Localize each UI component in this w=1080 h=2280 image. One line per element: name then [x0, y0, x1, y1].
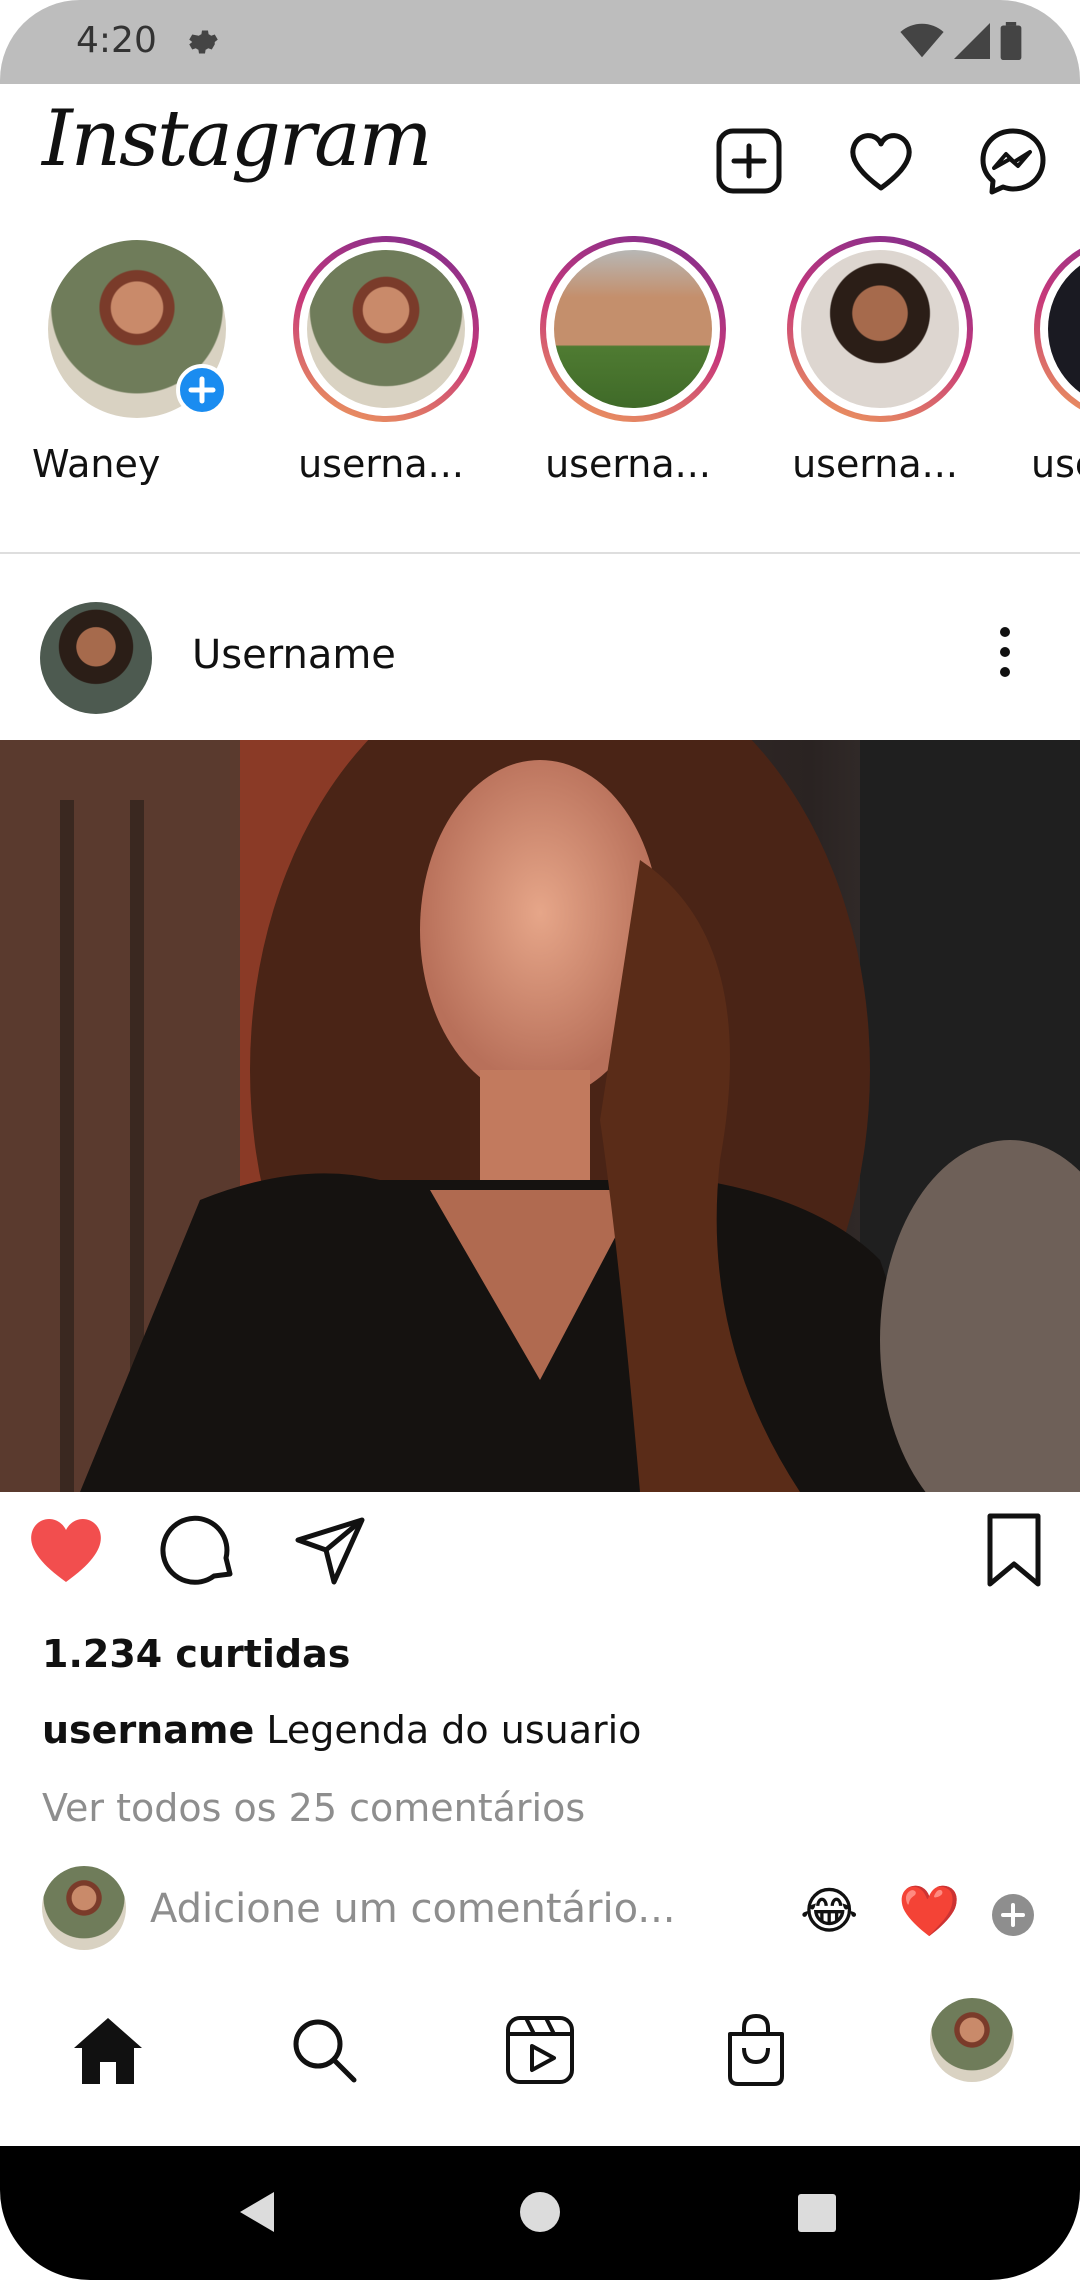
android-navigation-bar	[0, 2146, 1080, 2280]
add-comment-row: Adicione um comentário... 😂 ❤️	[0, 1866, 1080, 1956]
add-story-plus-icon[interactable]	[176, 364, 228, 416]
like-heart-icon[interactable]	[26, 1510, 106, 1590]
post-header: Username	[0, 590, 1080, 720]
story-item[interactable]: use	[1017, 232, 1080, 522]
story-item[interactable]: userna...	[276, 232, 486, 522]
battery-icon	[1000, 22, 1022, 60]
more-emoji-plus-icon[interactable]	[990, 1892, 1036, 1938]
cell-signal-icon	[954, 23, 990, 59]
shop-bag-icon[interactable]	[716, 2010, 796, 2090]
story-avatar	[307, 250, 465, 408]
post-caption: username Legenda do usuario	[42, 1708, 641, 1752]
messenger-icon[interactable]	[978, 126, 1048, 196]
bottom-navigation	[0, 1980, 1080, 2146]
profile-tab-avatar[interactable]	[930, 1998, 1014, 2082]
view-all-comments-link[interactable]: Ver todos os 25 comentários	[42, 1786, 585, 1830]
commenter-avatar	[42, 1866, 126, 1950]
reels-icon[interactable]	[500, 2010, 580, 2090]
likes-count[interactable]: 1.234 curtidas	[42, 1632, 350, 1676]
app-header: Instagram	[0, 84, 1080, 234]
story-label: userna...	[792, 442, 958, 486]
search-icon[interactable]	[284, 2010, 364, 2090]
caption-text: Legenda do usuario	[266, 1708, 642, 1752]
status-bar: 4:20	[0, 0, 1080, 84]
new-post-icon[interactable]	[714, 126, 784, 196]
stories-divider	[0, 552, 1080, 554]
heart-emoji-button[interactable]: ❤️	[898, 1882, 960, 1941]
post-author-avatar[interactable]	[40, 602, 152, 714]
status-time: 4:20	[76, 20, 157, 61]
story-own[interactable]: Waney	[32, 232, 242, 522]
settings-gear-icon	[189, 30, 218, 54]
more-options-icon[interactable]	[990, 622, 1020, 682]
share-send-icon[interactable]	[290, 1510, 370, 1590]
stories-tray[interactable]: Waney userna... userna... userna... use	[0, 232, 1080, 552]
post-photo[interactable]	[0, 740, 1080, 1492]
story-label: userna...	[545, 442, 711, 486]
back-triangle-icon[interactable]	[234, 2188, 282, 2236]
story-item[interactable]: userna...	[770, 232, 980, 522]
save-bookmark-icon[interactable]	[974, 1510, 1054, 1590]
comment-icon[interactable]	[158, 1510, 238, 1590]
activity-heart-icon[interactable]	[846, 126, 916, 196]
instagram-logo: Instagram	[42, 94, 433, 184]
wifi-icon	[900, 23, 944, 58]
instagram-feed-screen: 4:20 Instagram Waney userna... userna...…	[0, 0, 1080, 2280]
story-label: use	[1031, 442, 1080, 486]
story-label: userna...	[298, 442, 464, 486]
post-actions	[0, 1510, 1080, 1610]
recents-square-icon[interactable]	[796, 2192, 838, 2234]
story-item[interactable]: userna...	[523, 232, 733, 522]
story-label: Waney	[32, 442, 161, 486]
caption-username[interactable]: username	[42, 1708, 254, 1752]
status-indicators	[900, 22, 1022, 60]
home-icon[interactable]	[68, 2010, 148, 2090]
comment-input[interactable]: Adicione um comentário...	[150, 1886, 710, 1932]
home-circle-icon[interactable]	[518, 2190, 562, 2234]
story-avatar	[801, 250, 959, 408]
laugh-emoji-button[interactable]: 😂	[800, 1882, 858, 1940]
post-author-username[interactable]: Username	[192, 632, 396, 678]
story-avatar	[554, 250, 712, 408]
post-photo-illustration	[0, 740, 1080, 1492]
